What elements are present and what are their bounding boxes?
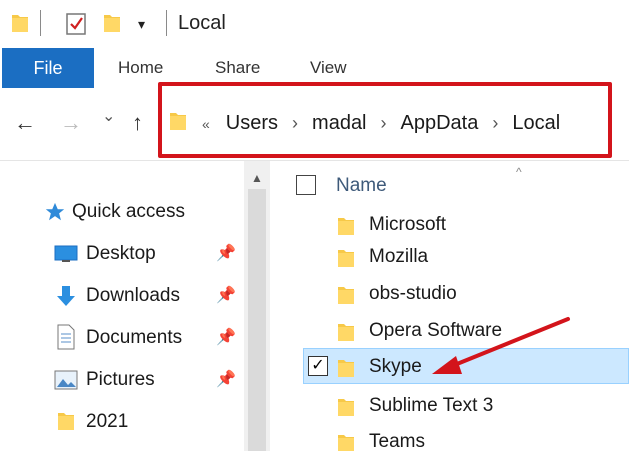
folder-icon xyxy=(338,218,354,235)
tab-share[interactable]: Share xyxy=(215,58,260,78)
folder-icon xyxy=(338,399,354,416)
folder-icon[interactable] xyxy=(10,12,30,34)
breadcrumb-appdata[interactable]: AppData xyxy=(401,112,479,135)
file-name: Opera Software xyxy=(369,320,503,341)
nav-pane-scrollbar[interactable]: ▲ xyxy=(244,161,270,451)
folder-icon xyxy=(58,413,74,430)
pin-icon[interactable]: 📌 xyxy=(216,243,236,263)
nav-item-label: Desktop xyxy=(86,243,156,264)
back-button[interactable]: ← xyxy=(14,110,36,136)
folder-icon xyxy=(338,435,354,451)
list-item[interactable]: Microsoft xyxy=(270,207,629,243)
file-name: Sublime Text 3 xyxy=(369,395,494,416)
list-item-selected[interactable]: ✓ Skype xyxy=(303,348,629,384)
list-item[interactable]: Mozilla xyxy=(270,239,629,275)
file-name: obs-studio xyxy=(369,283,457,304)
breadcrumb-separator[interactable]: › xyxy=(381,113,387,134)
breadcrumb-separator[interactable]: › xyxy=(492,113,498,134)
title-separator xyxy=(166,10,167,36)
properties-icon[interactable] xyxy=(64,10,88,36)
recent-locations-button[interactable]: ⌄ xyxy=(102,106,115,126)
toolbar-separator xyxy=(40,10,41,36)
list-item[interactable]: Sublime Text 3 xyxy=(270,388,629,424)
tab-view[interactable]: View xyxy=(310,58,347,78)
nav-item-downloads[interactable]: Downloads 📌 xyxy=(0,278,244,314)
breadcrumb-users[interactable]: Users xyxy=(226,112,278,135)
select-all-checkbox[interactable] xyxy=(296,175,316,195)
tab-file[interactable]: File xyxy=(2,48,94,88)
file-name: Teams xyxy=(369,431,425,451)
up-button[interactable]: ↑ xyxy=(132,110,143,136)
file-name: Microsoft xyxy=(369,214,447,235)
list-item[interactable]: Teams xyxy=(270,424,629,451)
breadcrumb[interactable]: « Users › madal › AppData › Local xyxy=(202,112,560,135)
pin-icon[interactable]: 📌 xyxy=(216,285,236,305)
nav-item-label: Quick access xyxy=(72,201,185,222)
tab-home[interactable]: Home xyxy=(118,58,163,78)
scrollbar-thumb[interactable] xyxy=(248,189,266,451)
row-checkbox[interactable]: ✓ xyxy=(308,356,328,376)
nav-item-label: Documents xyxy=(86,327,183,348)
folder-icon xyxy=(338,287,354,304)
column-header: Name ^ xyxy=(270,165,629,203)
breadcrumb-madal[interactable]: madal xyxy=(312,112,366,135)
nav-item-desktop[interactable]: Desktop 📌 xyxy=(0,236,244,272)
desktop-icon xyxy=(54,245,78,262)
navigation-pane: Quick access Desktop 📌 Downloads 📌 Docum… xyxy=(0,161,244,451)
download-icon xyxy=(57,286,75,306)
star-icon xyxy=(45,202,65,221)
nav-item-label: 2021 xyxy=(86,411,129,432)
window-title: Local xyxy=(178,12,226,34)
nav-item-label: Downloads xyxy=(86,285,180,306)
nav-item-documents[interactable]: Documents 📌 xyxy=(0,320,244,356)
folder-icon xyxy=(338,324,354,341)
file-list: Name ^ Microsoft Mozilla obs-studio Oper… xyxy=(270,161,629,451)
pin-icon[interactable]: 📌 xyxy=(216,369,236,389)
nav-item-label: Pictures xyxy=(86,369,155,390)
breadcrumb-overflow[interactable]: « xyxy=(202,116,210,132)
customize-toolbar-dropdown[interactable]: ▾ xyxy=(138,16,145,33)
file-name: Skype xyxy=(369,356,422,377)
forward-button[interactable]: → xyxy=(60,110,82,136)
pin-icon[interactable]: 📌 xyxy=(216,327,236,347)
nav-item-quick-access[interactable]: Quick access xyxy=(0,194,244,230)
folder-icon xyxy=(338,360,354,377)
folder-icon xyxy=(338,250,354,267)
file-name: Mozilla xyxy=(369,246,429,267)
pictures-icon xyxy=(54,370,78,390)
breadcrumb-local[interactable]: Local xyxy=(512,112,560,135)
column-header-name[interactable]: Name xyxy=(336,175,387,197)
nav-item-2021[interactable]: 2021 xyxy=(0,404,244,440)
nav-item-pictures[interactable]: Pictures 📌 xyxy=(0,362,244,398)
breadcrumb-separator[interactable]: › xyxy=(292,113,298,134)
new-folder-icon[interactable] xyxy=(102,12,122,34)
sort-indicator: ^ xyxy=(516,165,522,179)
title-bar: ▾ Local xyxy=(0,0,629,48)
documents-icon xyxy=(57,324,75,350)
list-item[interactable]: obs-studio xyxy=(270,276,629,312)
list-item[interactable]: Opera Software xyxy=(270,313,629,349)
scroll-up-arrow[interactable]: ▲ xyxy=(251,171,263,185)
